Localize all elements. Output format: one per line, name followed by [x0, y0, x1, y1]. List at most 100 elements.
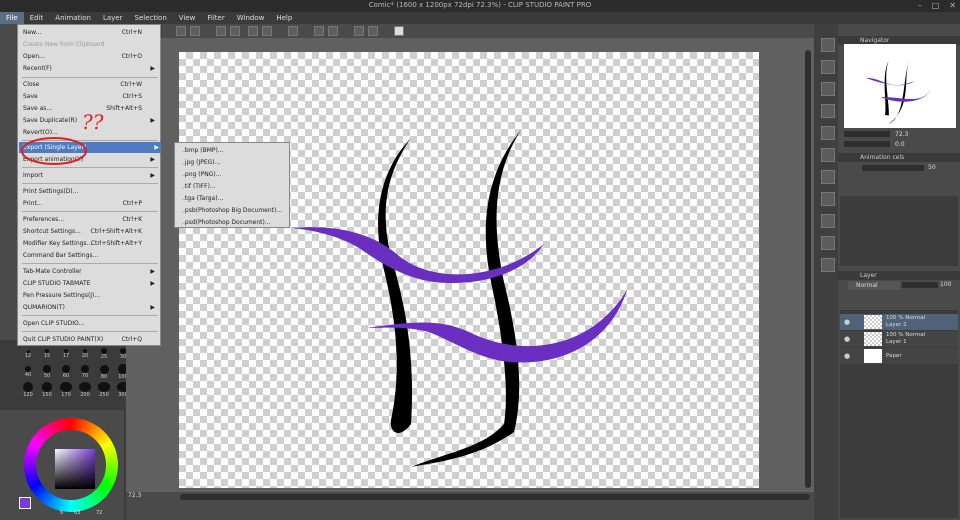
layer-row[interactable]: ● Paper: [840, 348, 958, 364]
file-menu-item[interactable]: Pen Pressure Settings(J)...: [23, 290, 157, 301]
file-menu-item[interactable]: Import ▶: [23, 170, 157, 181]
menu-window[interactable]: Window: [231, 12, 271, 24]
new-icon[interactable]: [176, 26, 186, 36]
brush-size-option[interactable]: 17: [58, 346, 74, 362]
navigator-zoom-slider[interactable]: [844, 131, 890, 137]
menu-item-label: Close: [23, 81, 40, 88]
brush-icon[interactable]: [821, 192, 835, 206]
brush-size-option[interactable]: 60: [58, 364, 74, 380]
close-icon[interactable]: [821, 60, 835, 74]
file-menu-item[interactable]: Open CLIP STUDIO...: [23, 318, 157, 329]
main-color-swatch[interactable]: [19, 497, 31, 509]
brush-size-option[interactable]: 12: [20, 346, 36, 362]
brush-size-option[interactable]: 25: [96, 346, 112, 362]
export-format-item[interactable]: .psd(Photoshop Document)...: [183, 217, 271, 229]
palette-icon[interactable]: [821, 148, 835, 162]
brush-size-option[interactable]: 50: [39, 364, 55, 380]
layer-opacity-value[interactable]: 100: [940, 281, 951, 288]
maximize-button[interactable]: □: [932, 1, 940, 10]
file-menu-item[interactable]: Tab-Mate Controller ▶: [23, 266, 157, 277]
file-menu-item[interactable]: Save Ctrl+S: [23, 91, 157, 102]
file-menu-item[interactable]: New... Ctrl+N: [23, 27, 157, 38]
file-menu-item[interactable]: Quit CLIP STUDIO PAINT(X) Ctrl+Q: [23, 334, 157, 345]
navigator-angle-slider[interactable]: [844, 141, 890, 147]
navigator-preview[interactable]: [844, 44, 956, 128]
export-format-item[interactable]: .tif (TIFF)...: [183, 181, 216, 193]
undo-icon[interactable]: [216, 26, 226, 36]
menu-view[interactable]: View: [173, 12, 202, 24]
file-menu-item[interactable]: Modifier Key Settings... Ctrl+Shift+Alt+Y: [23, 238, 157, 249]
opacity-slider[interactable]: [902, 282, 938, 288]
menu-layer[interactable]: Layer: [97, 12, 129, 24]
ruler-icon[interactable]: [354, 26, 364, 36]
settings-icon[interactable]: [821, 214, 835, 228]
brush-size-option[interactable]: 70: [77, 364, 93, 380]
scale-icon[interactable]: [262, 26, 272, 36]
animation-slider[interactable]: [862, 165, 924, 171]
vertical-scrollbar[interactable]: [805, 50, 811, 488]
select-icon[interactable]: [328, 26, 338, 36]
brush-size-option[interactable]: 250: [96, 382, 112, 398]
brush-size-option[interactable]: 150: [39, 382, 55, 398]
file-menu-item[interactable]: Export (Single Layer) ▶: [19, 142, 161, 153]
snap-icon[interactable]: [368, 26, 378, 36]
color-wheel[interactable]: [24, 418, 118, 512]
brush-size-option[interactable]: 170: [58, 382, 74, 398]
redo-icon[interactable]: [230, 26, 240, 36]
file-menu-item[interactable]: Open... Ctrl+O: [23, 51, 157, 62]
search-icon[interactable]: [821, 38, 835, 52]
canvas-zoom-value[interactable]: 72.3: [128, 492, 141, 499]
image-icon[interactable]: [821, 82, 835, 96]
file-menu-item[interactable]: CLIP STUDIO TABMATE ▶: [23, 278, 157, 289]
file-menu-item[interactable]: Preferences... Ctrl+K: [23, 214, 157, 225]
menu-file[interactable]: File: [0, 12, 24, 24]
brush-size-option[interactable]: 15: [39, 346, 55, 362]
file-menu-item[interactable]: Close Ctrl+W: [23, 79, 157, 90]
file-menu-item[interactable]: Command Bar Settings...: [23, 250, 157, 261]
blend-mode-select[interactable]: Normal: [848, 281, 900, 290]
menu-edit[interactable]: Edit: [24, 12, 50, 24]
history-icon[interactable]: [821, 236, 835, 250]
file-menu-item[interactable]: QUMARION(T) ▶: [23, 302, 157, 313]
transform-icon[interactable]: [248, 26, 258, 36]
color-square[interactable]: [55, 449, 95, 489]
material-icon[interactable]: [821, 170, 835, 184]
menu-help[interactable]: Help: [270, 12, 298, 24]
open-icon[interactable]: [190, 26, 200, 36]
menu-animation[interactable]: Animation: [49, 12, 97, 24]
file-menu-item[interactable]: Shortcut Settings... Ctrl+Shift+Alt+K: [23, 226, 157, 237]
export-format-item[interactable]: .jpg (JPEG)...: [183, 157, 220, 169]
layer-row[interactable]: ● 100 % Normal Layer 2: [840, 314, 958, 330]
minimize-button[interactable]: –: [918, 1, 922, 10]
eye-icon[interactable]: ●: [844, 335, 850, 343]
clear-icon[interactable]: [288, 26, 298, 36]
export-format-item[interactable]: .png (PNG)...: [183, 169, 221, 181]
menu-filter[interactable]: Filter: [201, 12, 230, 24]
title-bar: Comic* (1600 x 1200px 72dpi 72.3%) - CLI…: [0, 0, 960, 12]
layer-panel-header[interactable]: Layer: [838, 271, 960, 280]
brush-size-option[interactable]: 40: [20, 364, 36, 380]
brush-size-option[interactable]: 20: [77, 346, 93, 362]
eye-icon[interactable]: ●: [844, 318, 850, 326]
brush-size-option[interactable]: 80: [96, 364, 112, 380]
layer-icon[interactable]: [821, 104, 835, 118]
layer-row[interactable]: ● 100 % Normal Layer 1: [840, 331, 958, 347]
fill-icon[interactable]: [314, 26, 324, 36]
file-menu-item[interactable]: Print... Ctrl+P: [23, 198, 157, 209]
export-format-item[interactable]: .psb(Photoshop Big Document)...: [183, 205, 282, 217]
file-menu-item[interactable]: Print Settings(D)...: [23, 186, 157, 197]
export-format-item[interactable]: .tga (Targa)...: [183, 193, 223, 205]
eye-icon[interactable]: ●: [844, 352, 850, 360]
help-icon[interactable]: [394, 26, 404, 36]
horizontal-scrollbar[interactable]: [180, 494, 810, 500]
file-menu-item[interactable]: Recent(F) ▶: [23, 63, 157, 74]
grid-icon[interactable]: [821, 126, 835, 140]
item-icon[interactable]: [821, 258, 835, 272]
brush-size-option[interactable]: 120: [20, 382, 36, 398]
file-menu-item[interactable]: Export animation(Y) ▶: [23, 154, 157, 165]
brush-size-option[interactable]: 200: [77, 382, 93, 398]
export-format-item[interactable]: .bmp (BMP)...: [183, 145, 224, 157]
menu-selection[interactable]: Selection: [129, 12, 173, 24]
close-window-button[interactable]: ✕: [949, 1, 956, 10]
animation-cels-header[interactable]: Animation cels: [838, 153, 960, 162]
